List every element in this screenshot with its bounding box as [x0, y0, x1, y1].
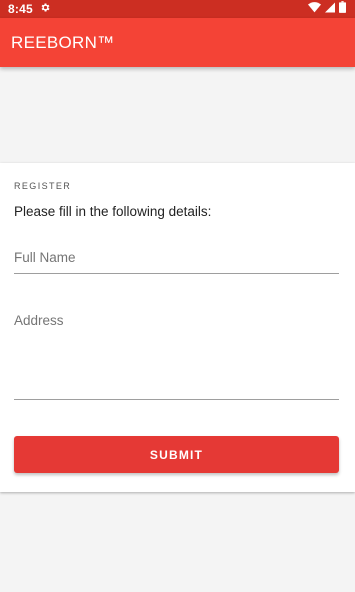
- address-field[interactable]: Address: [14, 313, 339, 400]
- register-overline: REGISTER: [14, 181, 72, 191]
- battery-icon: [339, 0, 346, 18]
- address-placeholder: Address: [14, 313, 64, 328]
- wifi-icon: [308, 0, 321, 18]
- signal-icon: [325, 0, 335, 18]
- full-name-placeholder: Full Name: [14, 250, 76, 265]
- form-instructions: Please fill in the following details:: [14, 204, 212, 219]
- full-name-field[interactable]: Full Name: [14, 250, 339, 274]
- status-left: 8:45: [8, 0, 51, 18]
- settings-icon: [40, 0, 51, 18]
- status-right: [308, 0, 346, 18]
- status-time: 8:45: [8, 2, 33, 16]
- register-card: REGISTER Please fill in the following de…: [0, 163, 355, 492]
- app-title: REEBORN™: [11, 32, 115, 52]
- status-bar: 8:45: [0, 0, 355, 18]
- app-bar: REEBORN™: [0, 18, 355, 67]
- submit-button[interactable]: SUBMIT: [14, 436, 339, 473]
- submit-label: SUBMIT: [149, 447, 204, 462]
